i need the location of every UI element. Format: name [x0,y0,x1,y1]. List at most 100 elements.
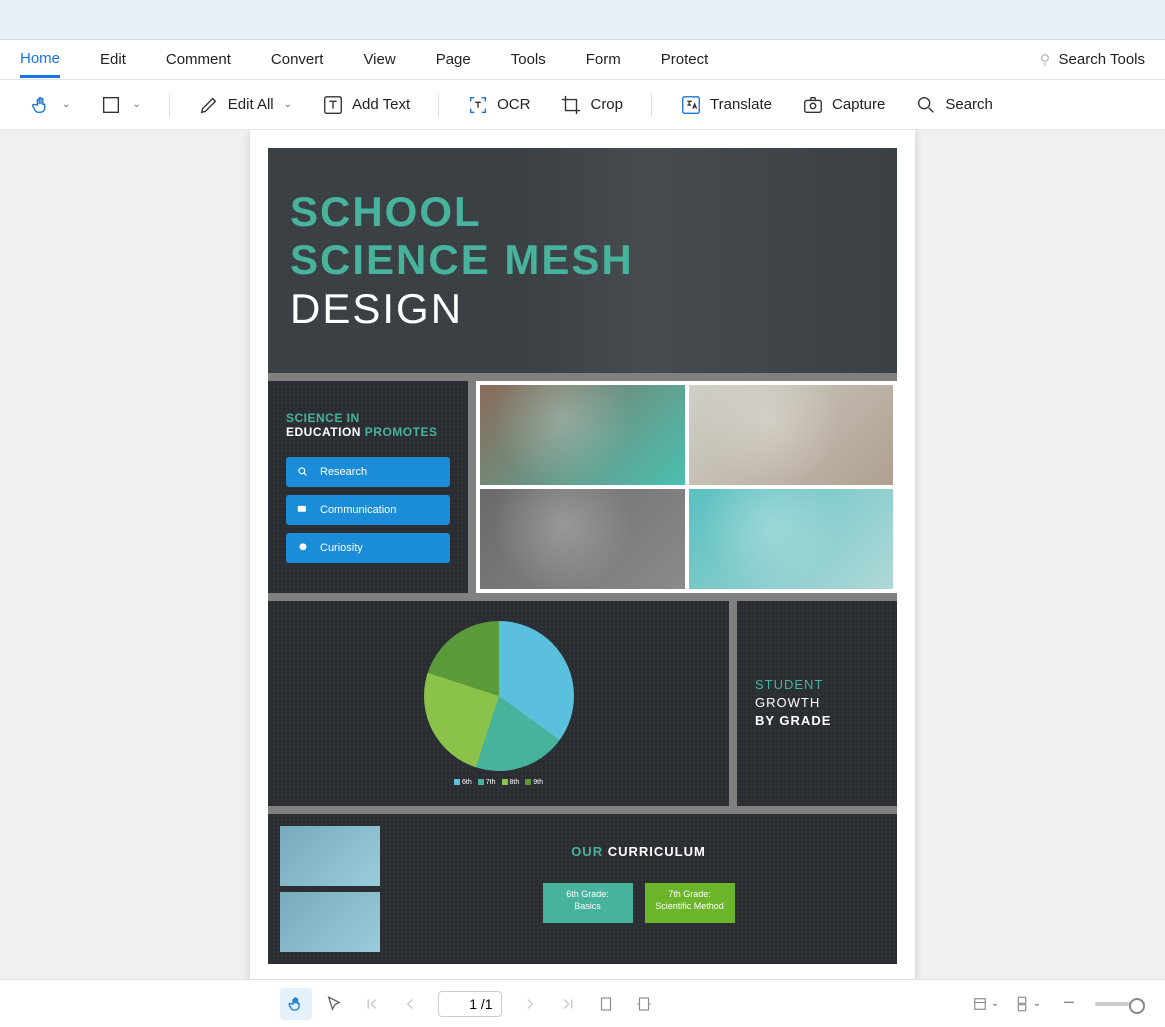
view-mode-2-button[interactable]: ⌄ [1011,988,1043,1020]
search-button[interactable]: Search [905,88,1003,122]
pie-legend: 6th 7th 8th 9th [454,779,543,786]
tab-convert[interactable]: Convert [271,43,324,76]
first-page-button[interactable] [356,988,388,1020]
pill-label: Communication [320,504,396,516]
capture-button[interactable]: Capture [792,88,895,122]
pill-label: Research [320,466,367,478]
crop-label: Crop [590,96,623,113]
poster-row-curriculum: OUR CURRICULUM 6th Grade: Basics 7th Gra… [268,814,897,964]
page-number-input[interactable]: /1 [438,991,502,1017]
poster-header: SCHOOL SCIENCE MESH DESIGN [268,148,897,373]
hand-cursor-icon [30,94,52,116]
growth-text-box: STUDENT GROWTH BY GRADE [737,601,897,806]
bottom-bar: /1 ⌄ ⌄ − [0,979,1165,1027]
tab-tools[interactable]: Tools [511,43,546,76]
chevron-down-icon: ⌄ [62,99,70,110]
ocr-label: OCR [497,96,530,113]
header-line3: DESIGN [290,285,463,332]
fit-page-button[interactable] [590,988,622,1020]
tab-protect[interactable]: Protect [661,43,709,76]
separator [438,93,439,117]
search-icon [296,465,310,479]
tab-home[interactable]: Home [20,42,60,78]
fit-width-button[interactable] [628,988,660,1020]
crop-icon [560,94,582,116]
tab-form[interactable]: Form [586,43,621,76]
separator [651,93,652,117]
page-nav: /1 [280,988,660,1020]
head-icon [296,541,310,555]
zoom-out-button[interactable]: − [1053,988,1085,1020]
photo-hands-raised [480,489,685,589]
tab-comment[interactable]: Comment [166,43,231,76]
next-page-button[interactable] [514,988,546,1020]
photo-students-lab [689,385,894,485]
search-label: Search [945,96,993,113]
prev-page-button[interactable] [394,988,426,1020]
ocr-button[interactable]: OCR [457,88,540,122]
document-area[interactable]: SCHOOL SCIENCE MESH DESIGN SCIENCE IN ED… [0,130,1165,979]
layout-icon [971,995,989,1013]
poster-row-promotes: SCIENCE IN EDUCATION PROMOTES Research C… [268,381,897,593]
hand-mode-button[interactable] [280,988,312,1020]
curriculum-card-6th: 6th Grade: Basics [543,883,633,923]
translate-label: Translate [710,96,772,113]
select-rect-button[interactable]: ⌄ [90,88,150,122]
last-page-icon [559,995,577,1013]
edit-pencil-icon [198,94,220,116]
add-text-button[interactable]: Add Text [312,88,420,122]
ocr-icon [467,94,489,116]
photo-grid [476,381,897,593]
chevron-down-icon: ⌄ [284,99,292,110]
fit-page-icon [597,995,615,1013]
view-mode-1-button[interactable]: ⌄ [969,988,1001,1020]
pill-research: Research [286,457,450,487]
pie-chart [424,621,574,771]
current-page-field[interactable] [447,996,477,1012]
photo-classroom-1 [280,826,380,886]
hand-tool-button[interactable]: ⌄ [20,88,80,122]
pill-curiosity: Curiosity [286,533,450,563]
legend-7th: 7th [478,779,496,786]
zoom-controls: ⌄ ⌄ − [969,988,1145,1020]
chevron-down-icon: ⌄ [132,99,140,110]
promotes-title-b: EDUCATION [286,425,365,439]
chevron-down-icon: ⌄ [991,998,999,1009]
chat-icon [296,503,310,517]
chevron-left-icon [401,995,419,1013]
edit-all-button[interactable]: Edit All ⌄ [188,88,302,122]
chevron-down-icon: ⌄ [1033,998,1041,1009]
tab-view[interactable]: View [363,43,395,76]
select-rect-icon [100,94,122,116]
toolbar: ⌄ ⌄ Edit All ⌄ Add Text OCR Crop Transla… [0,80,1165,130]
last-page-button[interactable] [552,988,584,1020]
select-mode-button[interactable] [318,988,350,1020]
card-line2: Basics [574,901,601,911]
cursor-icon [325,995,343,1013]
card-line1: 7th Grade: [668,889,711,899]
crop-button[interactable]: Crop [550,88,633,122]
zoom-slider[interactable] [1095,1002,1145,1006]
add-text-icon [322,94,344,116]
translate-icon [680,94,702,116]
scroll-icon [1013,995,1031,1013]
search-tools[interactable]: Search Tools [1037,43,1145,76]
capture-label: Capture [832,96,885,113]
photo-classroom-2 [280,892,380,952]
pill-label: Curiosity [320,542,363,554]
page-sep: / [477,996,485,1012]
separator [169,93,170,117]
promotes-title-c: PROMOTES [365,425,438,439]
tab-page[interactable]: Page [436,43,471,76]
photo-student-goggles [689,489,894,589]
title-bar [0,0,1165,40]
search-tools-placeholder: Search Tools [1059,43,1145,76]
minus-icon: − [1063,992,1075,1015]
translate-button[interactable]: Translate [670,88,782,122]
legend-9th: 9th [525,779,543,786]
card-line1: 6th Grade: [566,889,609,899]
card-line2: Scientific Method [655,901,724,911]
tab-edit[interactable]: Edit [100,43,126,76]
curriculum-photos [280,826,380,952]
first-page-icon [363,995,381,1013]
